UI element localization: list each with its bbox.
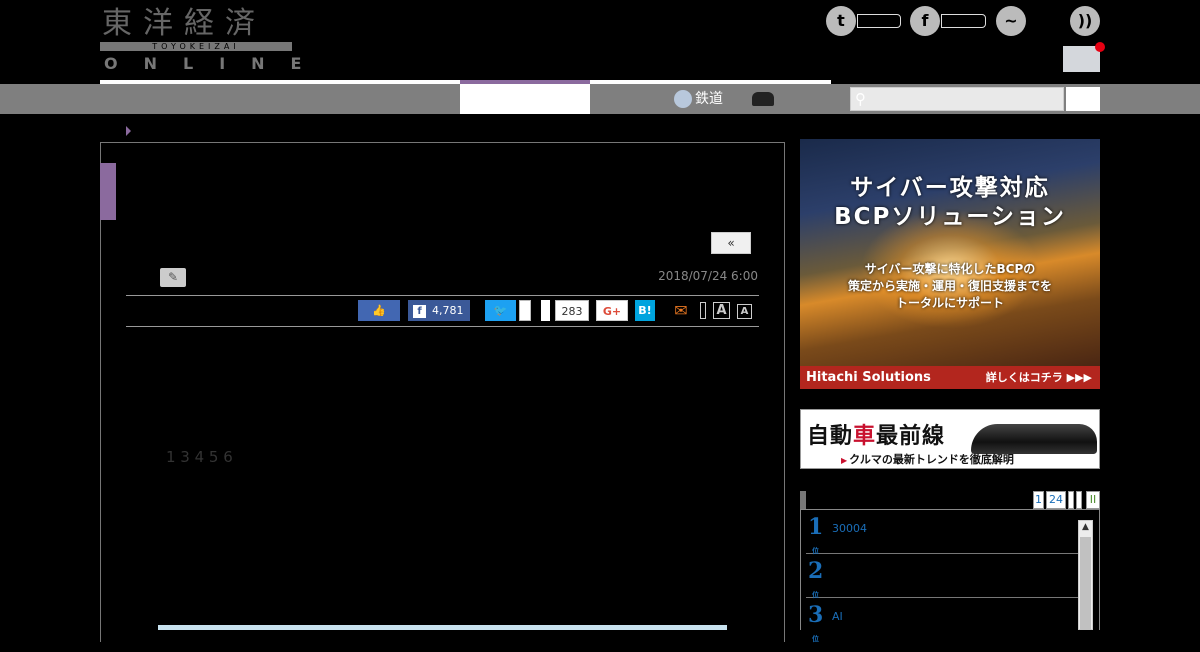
ranking-number: 1位 — [808, 514, 824, 555]
notification-badge — [1095, 42, 1105, 52]
facebook-share-button[interactable]: f 4,781 — [408, 300, 470, 321]
pocket-button[interactable] — [541, 300, 550, 321]
publish-date: 2018/07/24 6:00 — [658, 269, 758, 283]
logo-sub: TOYOKEIZAI — [152, 42, 240, 51]
ad2-car-image — [971, 424, 1097, 454]
ad2-title-c: 最前線 — [876, 424, 946, 449]
site-logo[interactable]: 東洋経済 TOYOKEIZAI ONLINE — [100, 6, 301, 73]
hatena-bookmark-button[interactable]: B! — [635, 300, 655, 321]
ranking-heading-marker — [800, 491, 806, 509]
facebook-share-count: 4,781 — [432, 304, 464, 317]
logo-kanji: 東洋経済 — [102, 6, 266, 41]
article-title-marker — [100, 163, 116, 220]
font-small-button[interactable]: A — [737, 304, 752, 319]
scroll-up-icon[interactable]: ▲ — [1078, 520, 1093, 534]
ranking-tab-1[interactable]: 1 — [1033, 491, 1044, 509]
ad2-title-b: 車 — [853, 424, 877, 449]
ranking-tab-5[interactable]: II — [1086, 491, 1100, 509]
twitter-follow-count[interactable] — [857, 14, 901, 28]
ad-sub-3: トータルにサポート — [895, 296, 1004, 310]
car-icon[interactable] — [752, 92, 774, 106]
article-image[interactable] — [158, 625, 727, 630]
ranking-item[interactable]: 2位 — [806, 558, 1078, 599]
article-paragraph: 1 3 4 5 6 — [166, 448, 233, 466]
search-input[interactable] — [850, 87, 1064, 111]
twitter-icon[interactable]: t — [826, 6, 856, 36]
scrollbar-thumb[interactable] — [1080, 537, 1091, 630]
article-container — [100, 142, 785, 642]
ranking-number: 3位 — [808, 602, 824, 643]
facebook-share-icon: f — [413, 304, 426, 318]
search-button[interactable] — [1066, 87, 1100, 111]
ad2-title-a: 自動 — [807, 424, 854, 449]
facebook-like-count[interactable] — [941, 14, 986, 28]
search-icon: ⚲ — [855, 90, 866, 108]
ad-footer: Hitachi Solutions 詳しくはコチラ ▶▶▶ — [800, 366, 1100, 389]
train-icon — [674, 90, 692, 108]
ad2-title: 自動車最前線 — [807, 418, 945, 450]
mail-icon[interactable]: ✉ — [668, 300, 694, 321]
ad-banner-auto[interactable]: 自動車最前線 クルマの最新トレンドを徹底解明 — [800, 409, 1100, 469]
breadcrumb-arrow-icon — [126, 126, 131, 136]
ad2-sub: クルマの最新トレンドを徹底解明 — [841, 451, 1014, 467]
ranking-number: 2位 — [808, 558, 824, 599]
ad-brand: Hitachi Solutions — [806, 370, 931, 385]
divider — [126, 295, 759, 296]
nav-rail-label: 鉄道 — [695, 91, 723, 107]
rss-icon[interactable]: )) — [1070, 6, 1100, 36]
like-button[interactable]: 👍 — [358, 300, 400, 321]
font-large-button[interactable]: A — [713, 302, 730, 319]
ranking-title[interactable]: 30004 — [832, 522, 867, 535]
nav-tab-active[interactable] — [460, 84, 590, 114]
ranking-tab-4[interactable] — [1076, 491, 1082, 509]
page-prev-button[interactable]: « — [711, 232, 751, 254]
twitter-share-button[interactable]: 🐦 — [485, 300, 516, 321]
divider — [126, 326, 759, 327]
facebook-icon[interactable]: f — [910, 6, 940, 36]
messenger-icon[interactable]: ~ — [996, 6, 1026, 36]
ranking-tab-24[interactable]: 24 — [1046, 491, 1066, 509]
ranking-item[interactable]: 3位 AI — [806, 602, 1078, 643]
author-icon[interactable]: ✎ — [160, 268, 186, 287]
ad-sub-2: 策定から実施・運用・復旧支援までを — [847, 279, 1052, 293]
googleplus-share-button[interactable]: G+ — [596, 300, 628, 321]
ad-banner-cyber[interactable]: サイバー攻撃対応 BCPソリューション サイバー攻撃に特化したBCPの 策定から… — [800, 139, 1100, 389]
ranking-item[interactable]: 1位 30004 — [806, 514, 1078, 555]
ad-cta[interactable]: 詳しくはコチラ ▶▶▶ — [986, 366, 1092, 389]
logo-online: ONLINE — [104, 54, 328, 73]
twitter-share-count — [519, 300, 531, 321]
ranking-title[interactable]: AI — [832, 610, 843, 623]
print-button[interactable] — [700, 302, 706, 319]
ranking-tab-3[interactable] — [1068, 491, 1074, 509]
ad-headline-2: BCPソリューション — [834, 204, 1066, 230]
hatena-count: 283 — [555, 300, 589, 321]
nav-item-railway[interactable]: 鉄道 — [674, 89, 723, 109]
ad-sub-1: サイバー攻撃に特化したBCPの — [864, 262, 1036, 276]
notification-button[interactable] — [1063, 46, 1100, 72]
